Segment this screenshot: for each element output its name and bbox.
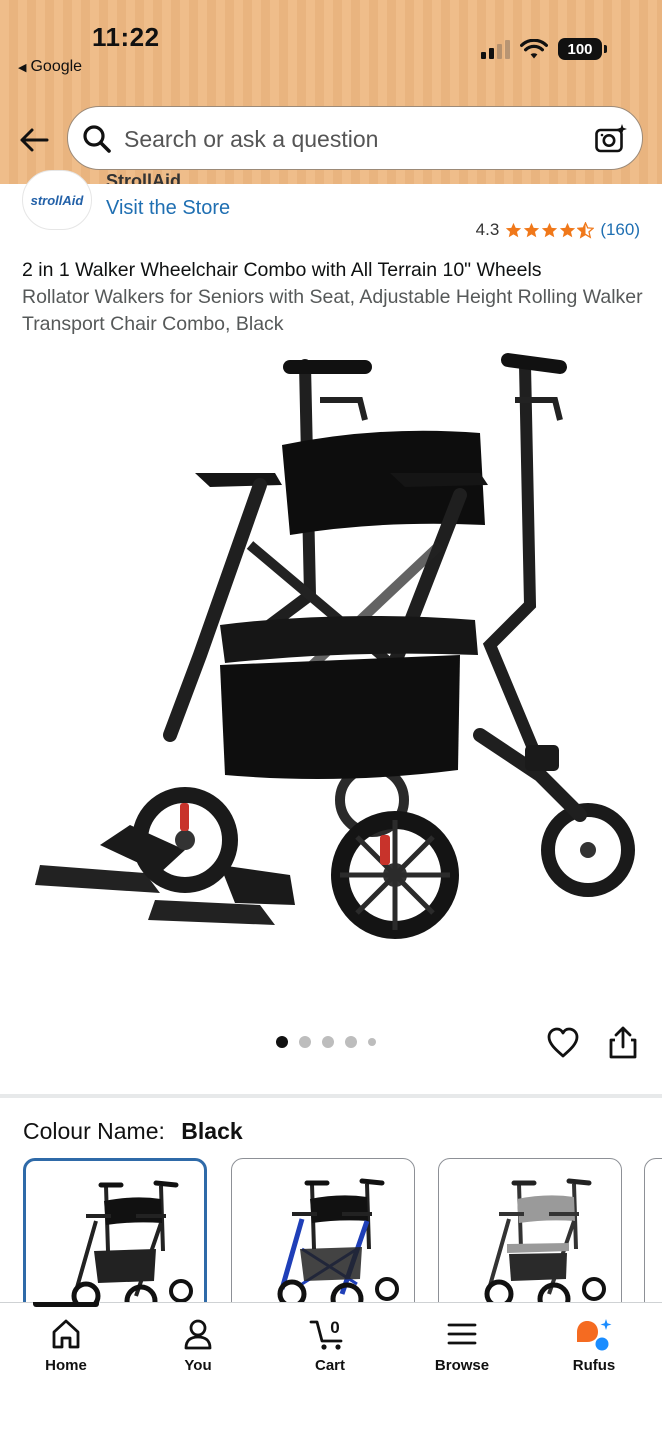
rating-summary[interactable]: 4.3 (160) <box>476 220 640 240</box>
nav-cart[interactable]: 0 Cart <box>280 1317 380 1374</box>
menu-icon <box>447 1323 477 1345</box>
swatch-image-grey <box>484 1178 606 1316</box>
status-icons: 100 <box>481 38 607 60</box>
cart-icon: 0 <box>309 1318 343 1350</box>
section-divider <box>0 1094 662 1098</box>
swatch-image-blue <box>277 1178 399 1316</box>
back-arrow-icon[interactable] <box>16 122 52 158</box>
nav-rufus-label: Rufus <box>572 1357 616 1374</box>
visit-store-link[interactable]: Visit the Store <box>106 197 230 220</box>
camera-search-icon[interactable] <box>594 123 628 155</box>
product-subtitle: Rollator Walkers for Seniors with Seat, … <box>22 286 643 335</box>
rating-value: 4.3 <box>475 220 500 239</box>
cart-count-badge: 0 <box>330 1318 339 1337</box>
rating-count-link[interactable]: (160) <box>600 220 640 240</box>
search-bar[interactable] <box>67 106 643 170</box>
nav-you-label: You <box>184 1357 212 1374</box>
cellular-signal-icon <box>481 39 510 59</box>
heart-icon[interactable] <box>545 1025 581 1061</box>
star-full-icon <box>542 222 558 237</box>
home-icon <box>52 1319 80 1349</box>
star-full-icon <box>506 222 522 237</box>
search-icon <box>83 125 111 153</box>
nav-browse[interactable]: Browse <box>412 1317 512 1374</box>
rufus-icon <box>577 1319 612 1351</box>
active-tab-indicator <box>33 1302 99 1307</box>
colour-swatch-black[interactable] <box>23 1158 207 1318</box>
header: 11:22 ◀ Google 100 <box>0 0 662 184</box>
brand-name: StrollAid <box>106 172 181 184</box>
pagination-dot[interactable] <box>299 1036 311 1048</box>
colour-swatch-blue[interactable] <box>231 1158 415 1318</box>
colour-label: Colour Name: <box>23 1118 165 1144</box>
star-full-icon <box>560 222 576 237</box>
battery-indicator: 100 <box>558 38 607 60</box>
back-app-label: Google <box>30 58 83 75</box>
nav-home-label: Home <box>45 1357 87 1374</box>
product-image-walker-wheelchair[interactable] <box>20 345 640 985</box>
pagination-dot-active[interactable] <box>276 1036 288 1048</box>
colour-swatch-grey[interactable] <box>438 1158 622 1318</box>
pagination-dot[interactable] <box>345 1036 357 1048</box>
nav-rufus[interactable]: Rufus <box>544 1317 644 1374</box>
nav-cart-label: Cart <box>314 1357 345 1374</box>
status-time: 11:22 <box>92 22 160 52</box>
swatch-image-black <box>71 1180 193 1315</box>
nav-you[interactable]: You <box>148 1317 248 1374</box>
star-half-icon <box>577 221 595 239</box>
nav-browse-label: Browse <box>434 1357 490 1374</box>
colour-selector-label: Colour Name: Black <box>23 1118 243 1145</box>
rating-stars <box>505 221 595 239</box>
star-full-icon <box>524 222 540 237</box>
image-pagination[interactable] <box>276 1036 376 1048</box>
product-title: 2 in 1 Walker Wheelchair Combo with All … <box>22 259 542 281</box>
bottom-navigation: Home You 0 Cart Browse Rufus <box>0 1302 662 1440</box>
brand-logo-text: strollAid <box>30 192 84 208</box>
back-triangle-icon: ◀ <box>18 61 27 74</box>
person-icon <box>184 1319 212 1350</box>
pagination-dot[interactable] <box>322 1036 334 1048</box>
brand-logo[interactable]: strollAid <box>22 170 92 230</box>
wifi-icon <box>520 38 548 58</box>
pagination-dot[interactable] <box>368 1038 376 1046</box>
back-to-app-link[interactable]: ◀ Google <box>18 58 82 76</box>
share-icon[interactable] <box>606 1025 640 1061</box>
colour-swatch-partial[interactable] <box>644 1158 662 1318</box>
search-input[interactable] <box>124 123 574 155</box>
colour-selected-value: Black <box>181 1118 243 1144</box>
nav-home[interactable]: Home <box>16 1317 116 1374</box>
